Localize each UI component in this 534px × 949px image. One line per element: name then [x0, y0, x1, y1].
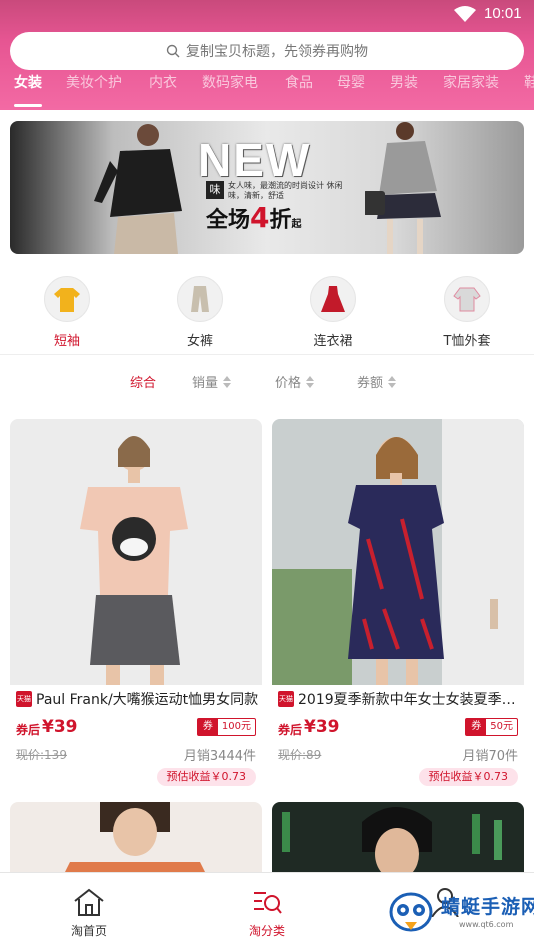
price-row: 券后 ¥39 券 100元: [16, 717, 256, 739]
product-image[interactable]: [272, 419, 524, 685]
banner-subtitle: 女人味，最潮流的时尚设计 休闲味，清新，舒适: [228, 181, 343, 200]
divider: [0, 354, 534, 355]
product-image[interactable]: [272, 802, 524, 882]
sort-comprehensive[interactable]: 综合: [130, 372, 156, 391]
home-icon: [74, 888, 104, 916]
sort-label: 券额: [357, 376, 384, 391]
app-screen: 10:01 复制宝贝标题，先领券再购物 女装 美妆个护 内衣 数码家电 食品 母…: [0, 0, 534, 949]
tmall-badge-icon: 天猫: [16, 691, 32, 707]
subcategory-label: 短袖: [53, 334, 80, 349]
monthly-sales: 月销70件: [462, 749, 518, 764]
estimated-earnings: 预估收益￥0.73: [156, 768, 256, 786]
sort-coupon[interactable]: 券额: [357, 372, 397, 391]
search-icon: [166, 44, 180, 58]
wifi-icon: [454, 6, 476, 22]
product-card[interactable]: 天猫 2019夏季新款中年女士女装夏季连衣裙 券后 ¥39 券 50元 现价:8…: [272, 419, 524, 791]
sort-arrows-icon: [388, 375, 397, 388]
coupon-badge[interactable]: 券 100元: [196, 718, 256, 736]
subcategory-short-sleeve[interactable]: 短袖: [27, 270, 107, 349]
product-price: ¥39: [304, 717, 340, 737]
subcategory-row: 短袖 女裤 连衣裙 T恤外套: [0, 270, 534, 352]
sort-sales[interactable]: 销量: [192, 372, 232, 391]
banner-model-right: [365, 122, 441, 254]
promo-banner[interactable]: NEW 味 女人味，最潮流的时尚设计 休闲味，清新，舒适 全场4折起: [10, 121, 524, 254]
banner-sale: 全场4折起: [206, 201, 302, 234]
subcategory-label: 连衣裙: [313, 334, 353, 349]
tab-beauty[interactable]: 美妆个护: [66, 72, 122, 92]
coupon-label: 券: [466, 719, 487, 735]
subcategory-dress[interactable]: 连衣裙: [293, 270, 373, 349]
sort-label: 价格: [275, 376, 302, 391]
tab-food[interactable]: 食品: [285, 72, 313, 92]
banner-tag: 味: [206, 181, 224, 199]
banner-sale-suffix: 折: [269, 208, 292, 233]
price-row: 券后 ¥39 券 50元: [278, 717, 518, 739]
watermark-text: 蜻蜓手游网: [441, 896, 534, 918]
monthly-sales: 月销3444件: [183, 749, 256, 764]
coupon-value: 50元: [490, 721, 513, 732]
product-image[interactable]: [10, 419, 262, 685]
product-card[interactable]: 天猫 Paul Frank/大嘴猴运动t恤男女同款 券后 ¥39 券 100元 …: [10, 419, 262, 791]
category-search-icon: [254, 892, 282, 914]
tmall-badge-icon: 天猫: [278, 691, 294, 707]
sort-arrows-icon: [306, 375, 315, 388]
search-placeholder: 复制宝贝标题，先领券再购物: [186, 44, 368, 60]
pants-icon: [177, 276, 223, 322]
active-tab-indicator: [14, 104, 42, 107]
dress-icon: [310, 276, 356, 322]
product-title[interactable]: 天猫 Paul Frank/大嘴猴运动t恤男女同款: [16, 689, 260, 709]
header: 10:01 复制宝贝标题，先领券再购物 女装 美妆个护 内衣 数码家电 食品 母…: [0, 0, 534, 110]
banner-model-left: [94, 124, 182, 254]
sort-bar: 综合 销量 价格 券额: [0, 362, 534, 402]
category-tabs: 女装 美妆个护 内衣 数码家电 食品 母婴 男装 家居家装 鞋: [0, 70, 534, 106]
banner-title: NEW: [198, 134, 312, 186]
original-price: 现价:139: [16, 748, 67, 762]
product-image[interactable]: [10, 802, 262, 882]
status-time: 10:01: [484, 5, 522, 22]
sort-label: 综合: [130, 376, 157, 391]
product-price: ¥39: [42, 717, 78, 737]
dragonfly-logo-icon: [389, 892, 433, 932]
coupon-value: 100元: [221, 721, 251, 732]
tab-underwear[interactable]: 内衣: [149, 72, 177, 92]
nav-home[interactable]: 淘首页: [49, 887, 129, 939]
subcategory-label: 女裤: [186, 334, 213, 349]
watermark-logo: 蜻蜓手游网 www.qt6.com: [385, 882, 534, 944]
banner-sale-small: 起: [291, 219, 302, 230]
tab-shoes[interactable]: 鞋: [524, 72, 534, 92]
tab-baby[interactable]: 母婴: [337, 72, 365, 92]
nav-category[interactable]: 淘分类: [227, 887, 307, 939]
tab-women[interactable]: 女装: [14, 72, 42, 92]
coupon-label: 券: [197, 719, 218, 735]
banner-sale-number: 4: [250, 201, 270, 234]
sort-label: 销量: [192, 376, 219, 391]
status-bar: 10:01: [0, 0, 534, 28]
nav-label: 淘首页: [70, 924, 107, 938]
subcategory-pants[interactable]: 女裤: [160, 270, 240, 349]
after-coupon-label: 券后: [278, 723, 303, 737]
watermark-url: www.qt6.com: [459, 920, 514, 929]
search-bar[interactable]: 复制宝贝标题，先领券再购物: [10, 32, 524, 70]
subcategory-label: T恤外套: [443, 334, 491, 349]
coupon-badge[interactable]: 券 50元: [465, 718, 518, 736]
estimated-earnings: 预估收益￥0.73: [418, 768, 518, 786]
banner-sale-prefix: 全场: [206, 208, 251, 233]
tab-electronics[interactable]: 数码家电: [202, 72, 258, 92]
sort-price[interactable]: 价格: [275, 372, 315, 391]
subcategory-tshirt-jacket[interactable]: T恤外套: [427, 270, 507, 349]
original-price: 现价:89: [278, 748, 322, 762]
product-title[interactable]: 天猫 2019夏季新款中年女士女装夏季连衣裙: [278, 689, 522, 709]
tshirt-icon: [44, 276, 90, 322]
after-coupon-label: 券后: [16, 723, 41, 737]
nav-label: 淘分类: [248, 924, 285, 938]
tab-men[interactable]: 男装: [390, 72, 418, 92]
jacket-icon: [444, 276, 490, 322]
tab-home[interactable]: 家居家装: [443, 72, 499, 92]
sort-arrows-icon: [223, 375, 232, 388]
